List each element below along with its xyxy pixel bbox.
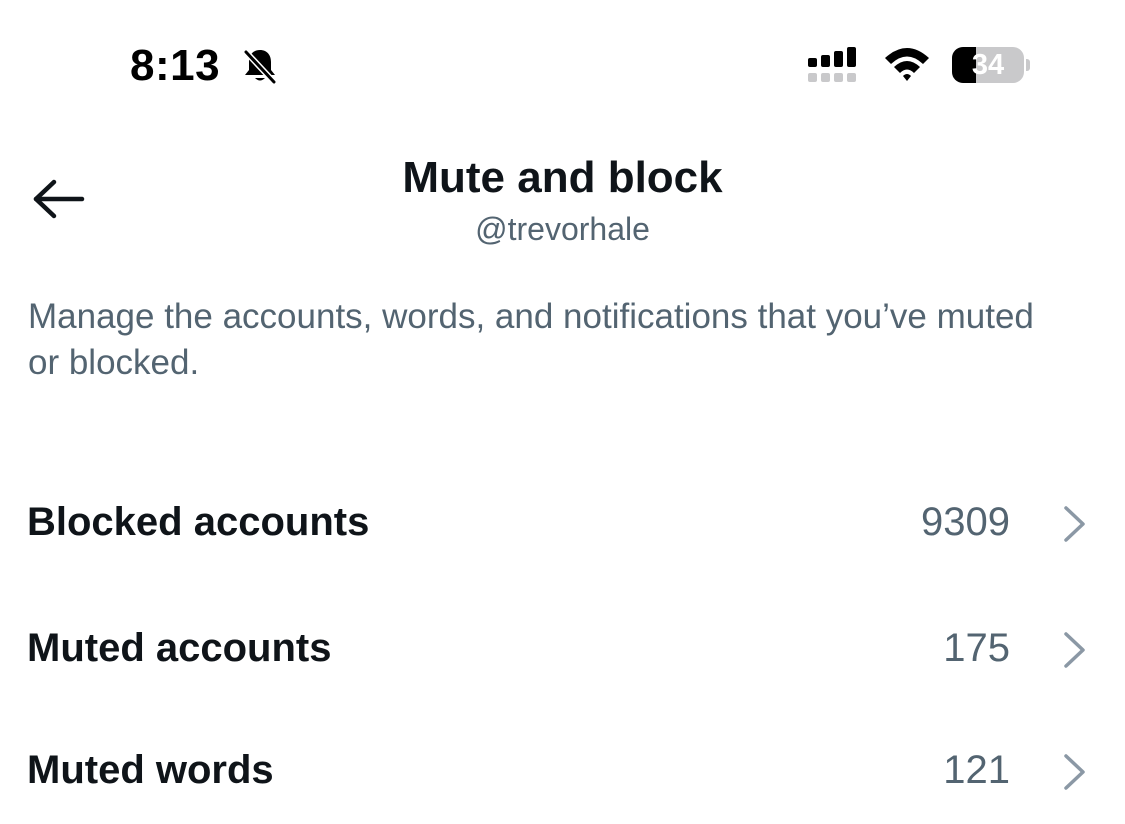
wifi-icon	[885, 48, 929, 81]
account-handle: @trevorhale	[475, 211, 650, 247]
chevron-right-icon	[1064, 632, 1085, 668]
row-count: 9309	[921, 500, 1010, 544]
chevron-right-icon	[1064, 754, 1085, 790]
page-title: Mute and block	[402, 153, 723, 202]
row-label: Muted accounts	[27, 626, 332, 670]
chevron-right-icon	[1064, 506, 1085, 542]
row-count: 121	[943, 748, 1010, 792]
battery-icon: 34	[952, 47, 1030, 83]
battery-level: 34	[971, 49, 1005, 81]
cellular-signal-icon	[808, 47, 856, 82]
battery-cap	[1026, 59, 1030, 71]
bell-slash-icon	[243, 49, 277, 85]
status-time: 8:13	[130, 41, 221, 90]
row-blocked-accounts[interactable]: Blocked accounts 9309	[0, 476, 1125, 576]
row-muted-words[interactable]: Muted words 121	[0, 724, 1125, 824]
row-muted-accounts[interactable]: Muted accounts 175	[0, 602, 1125, 702]
row-count: 175	[943, 626, 1010, 670]
row-label: Blocked accounts	[27, 500, 370, 544]
page-description: Manage the accounts, words, and notifica…	[28, 297, 1034, 382]
row-label: Muted words	[27, 748, 274, 792]
battery-body: 34	[952, 47, 1024, 83]
